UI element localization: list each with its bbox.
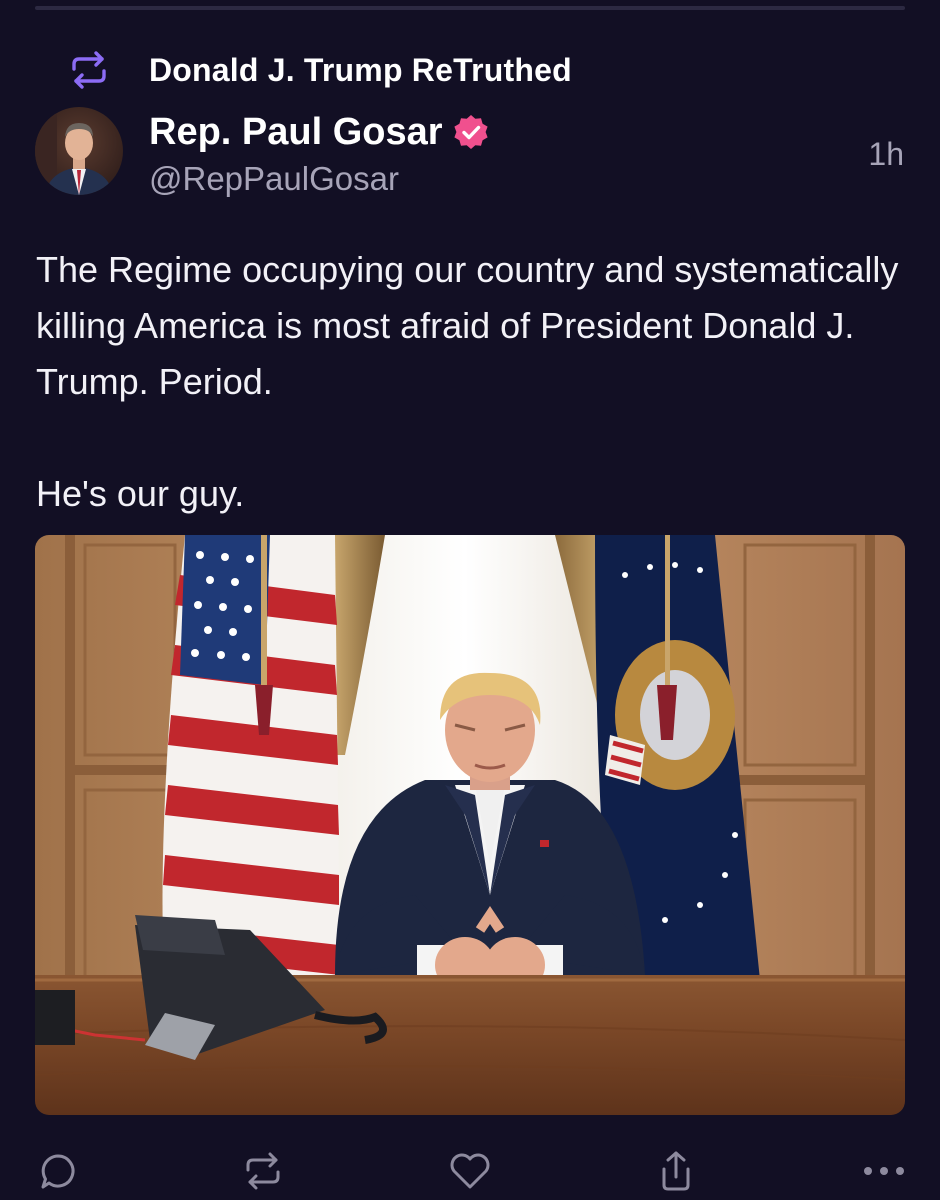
post-paragraph: The Regime occupying our country and sys… xyxy=(36,249,899,402)
display-name[interactable]: Rep. Paul Gosar xyxy=(149,111,443,154)
author-block[interactable]: Rep. Paul Gosar @RepPaulGosar xyxy=(149,108,489,198)
post-paragraph: He's our guy. xyxy=(36,473,245,514)
avatar[interactable] xyxy=(35,107,123,195)
author-handle[interactable]: @RepPaulGosar xyxy=(149,160,489,198)
post-card: Donald J. Trump ReTruthed Rep. Paul Gosa… xyxy=(0,0,940,1200)
like-button[interactable] xyxy=(446,1146,494,1196)
post-timestamp[interactable]: 1h xyxy=(868,136,904,173)
post-photo[interactable] xyxy=(35,535,905,1115)
more-icon xyxy=(864,1167,904,1175)
heart-icon xyxy=(450,1153,490,1189)
retruth-button[interactable] xyxy=(239,1146,287,1196)
photo-illustration xyxy=(35,535,905,1115)
retruth-icon xyxy=(72,51,106,89)
reply-button[interactable] xyxy=(34,1146,82,1196)
more-button[interactable] xyxy=(860,1146,908,1196)
retruth-header[interactable]: Donald J. Trump ReTruthed xyxy=(68,48,572,92)
reply-icon xyxy=(41,1154,75,1189)
verified-badge-icon xyxy=(453,115,488,149)
us-flag xyxy=(162,535,340,985)
retruth-icon xyxy=(246,1152,280,1190)
action-bar xyxy=(0,1146,940,1200)
post-text: The Regime occupying our country and sys… xyxy=(36,242,916,522)
share-icon xyxy=(662,1151,690,1191)
divider xyxy=(35,6,905,10)
avatar-image xyxy=(35,107,123,195)
share-button[interactable] xyxy=(652,1146,700,1196)
retruth-label: Donald J. Trump ReTruthed xyxy=(149,51,572,88)
